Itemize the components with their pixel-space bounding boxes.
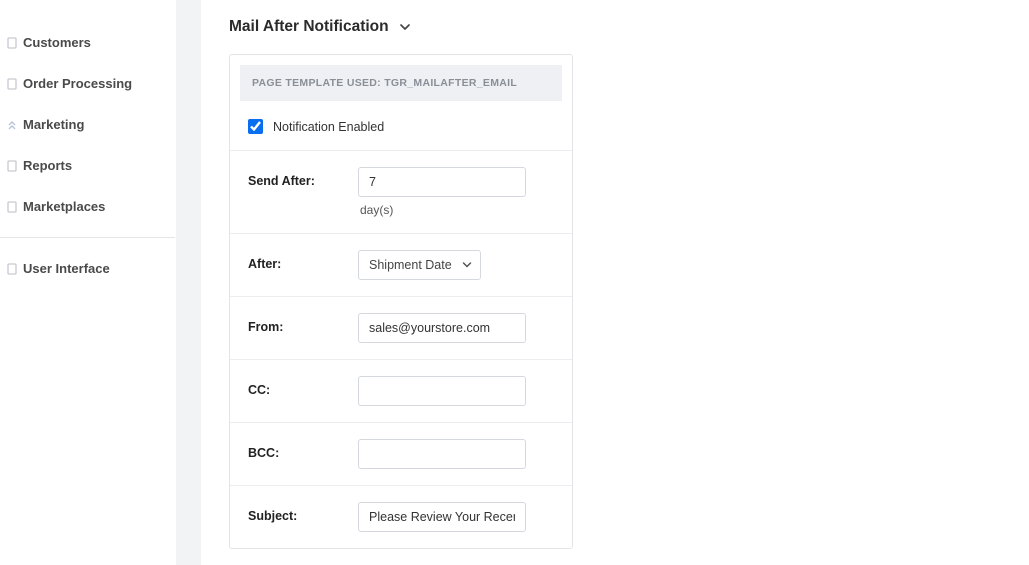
notification-enabled-label: Notification Enabled <box>273 120 384 134</box>
row-cc: CC: <box>230 360 572 423</box>
from-label: From: <box>248 313 358 334</box>
sidebar-item-marketplaces[interactable]: Marketplaces <box>0 186 175 227</box>
sidebar-item-marketing[interactable]: Marketing <box>0 104 175 145</box>
subject-input[interactable] <box>358 502 526 532</box>
row-subject: Subject: <box>230 486 572 548</box>
user-interface-icon <box>6 262 17 275</box>
main-content: Mail After Notification PAGE TEMPLATE US… <box>201 0 1029 565</box>
sidebar: Customers Order Processing Marketing Rep… <box>0 0 176 565</box>
sidebar-item-label: Customers <box>23 35 91 50</box>
template-banner-prefix: PAGE TEMPLATE USED: <box>252 77 381 89</box>
order-processing-icon <box>6 77 17 90</box>
from-input[interactable] <box>358 313 526 343</box>
row-bcc: BCC: <box>230 423 572 486</box>
sidebar-item-customers[interactable]: Customers <box>0 22 175 63</box>
subject-label: Subject: <box>248 502 358 523</box>
row-from: From: <box>230 297 572 360</box>
sidebar-item-label: Order Processing <box>23 76 132 91</box>
sidebar-item-label: Marketing <box>23 117 84 132</box>
marketing-icon <box>6 118 17 131</box>
bcc-label: BCC: <box>248 439 358 460</box>
sidebar-item-label: Reports <box>23 158 72 173</box>
sidebar-item-reports[interactable]: Reports <box>0 145 175 186</box>
page-title: Mail After Notification <box>229 18 389 36</box>
notification-enabled-checkbox[interactable] <box>248 119 263 134</box>
sidebar-item-user-interface[interactable]: User Interface <box>0 248 175 289</box>
send-after-hint: day(s) <box>358 203 554 217</box>
row-notification-enabled: Notification Enabled <box>230 101 572 151</box>
after-select-value: Shipment Date <box>369 258 452 272</box>
row-send-after: Send After: day(s) <box>230 151 572 234</box>
marketplaces-icon <box>6 200 17 213</box>
sidebar-item-label: User Interface <box>23 261 110 276</box>
cc-input[interactable] <box>358 376 526 406</box>
send-after-label: Send After: <box>248 167 358 188</box>
after-select[interactable]: Shipment Date <box>358 250 481 280</box>
reports-icon <box>6 159 17 172</box>
notification-card: PAGE TEMPLATE USED: TGR_MAILAFTER_EMAIL … <box>229 54 573 549</box>
chevron-down-icon <box>462 260 472 270</box>
template-banner: PAGE TEMPLATE USED: TGR_MAILAFTER_EMAIL <box>240 65 562 101</box>
layout-gap <box>176 0 201 565</box>
row-after: After: Shipment Date <box>230 234 572 297</box>
bcc-input[interactable] <box>358 439 526 469</box>
template-banner-name: TGR_MAILAFTER_EMAIL <box>384 77 517 89</box>
page-title-row: Mail After Notification <box>229 18 1001 36</box>
chevron-down-icon[interactable] <box>399 21 411 33</box>
customers-icon <box>6 36 17 49</box>
sidebar-divider <box>0 237 175 238</box>
send-after-input[interactable] <box>358 167 526 197</box>
sidebar-item-label: Marketplaces <box>23 199 105 214</box>
sidebar-item-order-processing[interactable]: Order Processing <box>0 63 175 104</box>
cc-label: CC: <box>248 376 358 397</box>
after-label: After: <box>248 250 358 271</box>
